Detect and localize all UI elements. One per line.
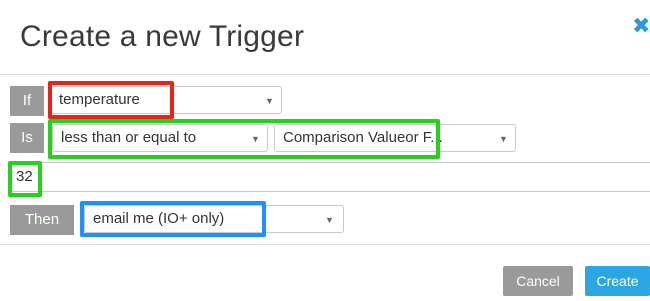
comparison-select[interactable]: Comparison Valueor F... ▼ bbox=[274, 124, 516, 152]
create-button[interactable]: Create bbox=[585, 266, 650, 296]
create-trigger-dialog: Create a new Trigger ✖ If temperature ▼ … bbox=[0, 0, 650, 301]
then-label: Then bbox=[10, 205, 74, 235]
chevron-down-icon: ▼ bbox=[251, 134, 260, 144]
comparison-value-label: Comparison Value bbox=[283, 129, 406, 146]
operator-value: less than or equal to bbox=[61, 129, 197, 146]
footer-divider bbox=[0, 244, 650, 245]
close-icon[interactable]: ✖ bbox=[632, 14, 650, 38]
action-value: email me (IO+ only) bbox=[93, 210, 225, 227]
operator-select[interactable]: less than or equal to ▼ bbox=[52, 124, 268, 152]
if-label: If bbox=[10, 86, 44, 116]
chevron-down-icon: ▼ bbox=[499, 134, 508, 144]
chevron-down-icon: ▼ bbox=[325, 215, 334, 225]
dialog-title: Create a new Trigger bbox=[20, 20, 305, 53]
trigger-feed-value: temperature bbox=[59, 91, 140, 108]
comparison-value-text: 32 bbox=[16, 168, 33, 185]
cancel-button[interactable]: Cancel bbox=[503, 266, 573, 296]
trigger-feed-select[interactable]: temperature ▼ bbox=[50, 86, 282, 114]
action-select[interactable]: email me (IO+ only) ▼ bbox=[84, 205, 344, 233]
is-label: Is bbox=[10, 123, 44, 153]
title-divider bbox=[0, 74, 650, 75]
comparison-value-suffix: or F... bbox=[405, 129, 443, 146]
comparison-value-input[interactable]: 32 bbox=[10, 162, 650, 192]
chevron-down-icon: ▼ bbox=[265, 96, 274, 106]
